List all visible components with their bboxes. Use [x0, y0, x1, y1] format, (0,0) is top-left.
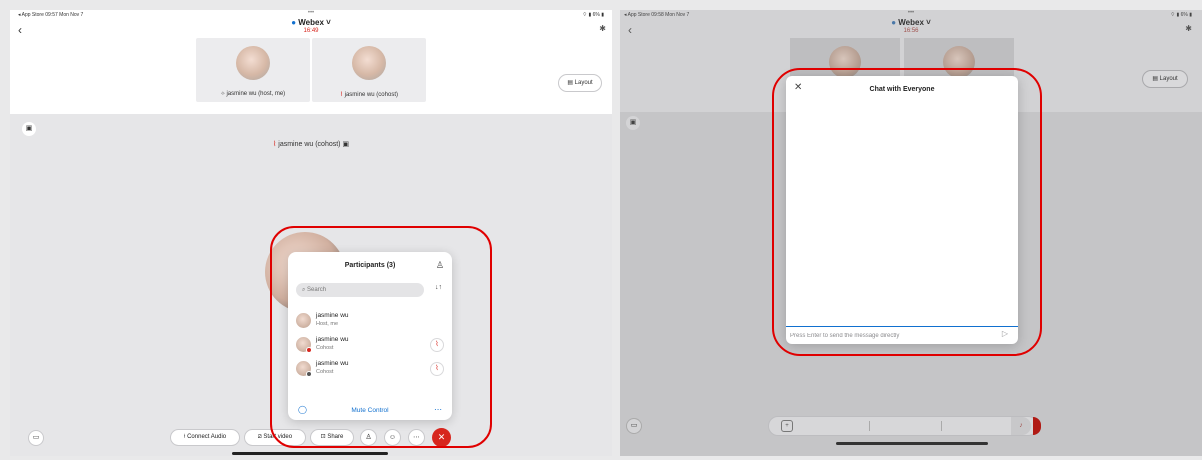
highlight-outline: [270, 226, 492, 448]
bluetooth-icon: ✱: [599, 24, 606, 33]
layout-icon: ▤: [567, 80, 573, 86]
active-speaker-name: jasmine wu (cohost): [278, 141, 341, 148]
muted-mic-icon: ⌇: [272, 141, 277, 148]
layout-button[interactable]: ▤ Layout: [1142, 70, 1188, 88]
connect-audio-button[interactable]: ⍿ Connect Audio: [170, 429, 240, 446]
home-indicator: [836, 442, 988, 445]
meeting-timer: 16:56: [903, 28, 919, 34]
app-title: ● Webex ˅: [891, 18, 931, 27]
meeting-timer: 16:49: [303, 28, 319, 34]
audio-icon: ⍿: [183, 434, 186, 440]
screen-icon: ▣: [342, 141, 350, 148]
avatar: [352, 46, 386, 80]
picture-in-picture-icon[interactable]: ▣: [626, 116, 640, 130]
more-dots[interactable]: •••: [620, 10, 1202, 16]
layout-label: Layout: [1159, 76, 1178, 82]
video-off-icon: ⧄: [257, 434, 262, 440]
thumbnail-label: ⌇ jasmine wu (cohost): [312, 91, 426, 98]
app-title-text: Webex: [898, 18, 924, 27]
divider: [941, 421, 942, 431]
connect-audio-label: Connect Audio: [187, 434, 227, 440]
home-indicator: [232, 452, 388, 455]
avatar: [236, 46, 270, 80]
thumbnail-label: ⟡ jasmine wu (host, me): [196, 91, 310, 98]
chat-icon[interactable]: ▭: [28, 430, 44, 446]
thumbnail-tile[interactable]: ⟡ jasmine wu (host, me): [196, 38, 310, 102]
layout-button[interactable]: ▤ Layout: [558, 74, 602, 92]
mic-icon[interactable]: ♪: [1011, 417, 1031, 435]
muted-mic-icon: ⌇: [340, 92, 343, 98]
chat-icon[interactable]: ▭: [626, 418, 642, 434]
share-icon[interactable]: +: [781, 420, 793, 432]
layout-label: Layout: [574, 80, 593, 86]
app-title: ● Webex ˅: [291, 18, 331, 27]
picture-in-picture-icon[interactable]: ▣: [22, 122, 36, 136]
screenshot-root: ◂ App Store 09:57 Mon Nov 7 ⌔ ▮ 6% ▮ •••…: [0, 0, 1202, 460]
active-speaker-label: ⌇ jasmine wu (cohost) ▣: [10, 140, 612, 148]
app-title-text: Webex: [298, 18, 324, 27]
meeting-controls: + ♪: [768, 416, 1041, 436]
divider: [869, 421, 870, 431]
participant-thumbnails: ⟡ jasmine wu (host, me) ⌇ jasmine wu (co…: [10, 38, 612, 114]
more-dots[interactable]: •••: [10, 10, 612, 16]
highlight-outline: [772, 68, 1042, 356]
thumbnail-tile[interactable]: ⌇ jasmine wu (cohost): [312, 38, 426, 102]
bluetooth-icon: ✱: [1185, 24, 1192, 33]
layout-icon: ▤: [1152, 76, 1158, 82]
thumbnail-name: jasmine wu (host, me): [226, 91, 286, 97]
thumbnail-name: jasmine wu (cohost): [344, 92, 398, 98]
audio-icon: ⟡: [220, 91, 225, 97]
